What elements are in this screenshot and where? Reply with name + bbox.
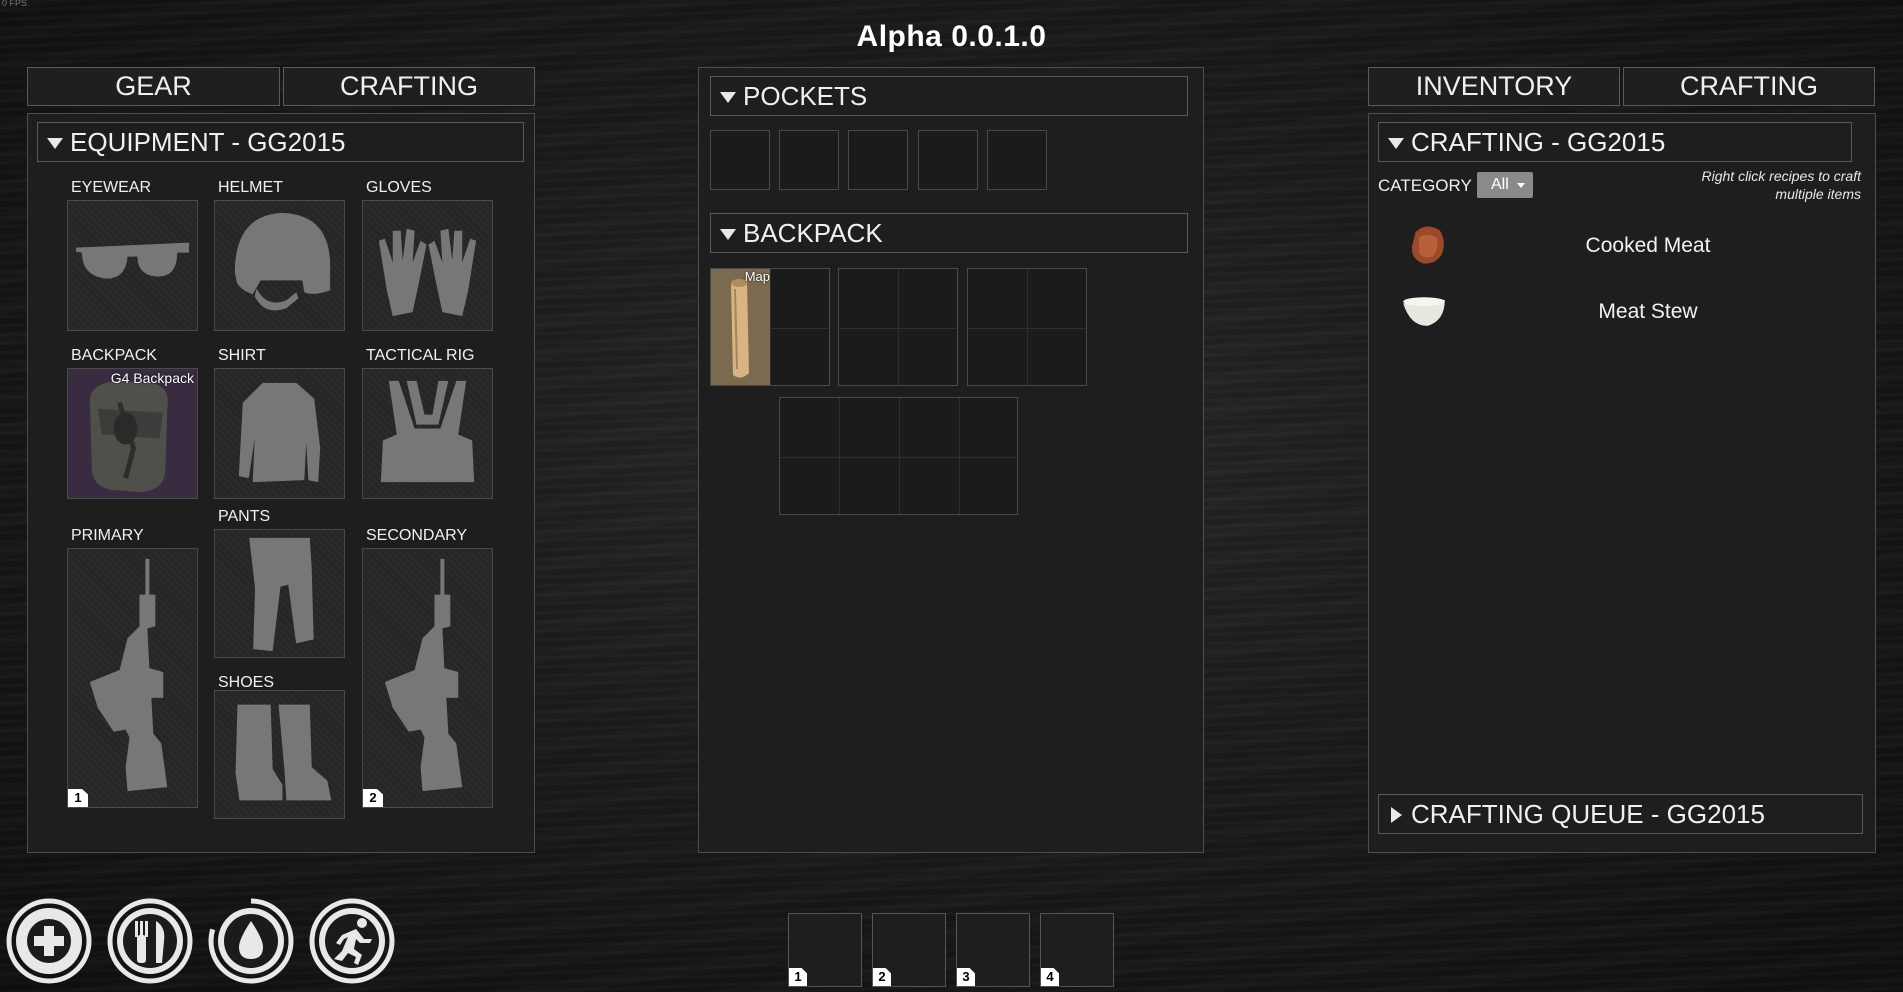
expand-triangle-icon xyxy=(1391,807,1402,823)
shirt-icon xyxy=(238,382,321,483)
equipment-header-label: EQUIPMENT - GG2015 xyxy=(70,127,346,157)
tab-crafting-right[interactable]: CRAFTING xyxy=(1623,67,1875,106)
recipe-name: Meat Stew xyxy=(1598,300,1698,323)
helmet-label: HELMET xyxy=(218,179,283,196)
hotbar-number: 3 xyxy=(957,968,975,986)
collapse-triangle-icon xyxy=(720,229,736,240)
backpack-slot-label: BACKPACK xyxy=(71,347,157,364)
tactical-rig-icon xyxy=(380,380,475,483)
crafting-hint-line: multiple items xyxy=(1775,186,1861,202)
eyewear-label: EYEWEAR xyxy=(71,179,152,196)
chevron-down-icon xyxy=(1517,183,1525,188)
hotbar-slot[interactable]: 3 xyxy=(956,913,1030,987)
pocket-slot[interactable] xyxy=(848,130,908,190)
pants-icon xyxy=(249,537,314,652)
cooked-meat-icon xyxy=(1411,226,1444,264)
category-label: CATEGORY : xyxy=(1378,176,1481,195)
health-icon xyxy=(5,897,93,985)
recipe-item[interactable]: Cooked Meat xyxy=(1368,216,1888,276)
backpack-grid-cell[interactable] xyxy=(838,268,958,386)
tactical-rig-label: TACTICAL RIG xyxy=(366,347,475,364)
pants-slot[interactable] xyxy=(214,529,345,658)
shirt-slot[interactable] xyxy=(214,368,345,499)
crafting-header-label: CRAFTING - GG2015 xyxy=(1411,127,1666,157)
helmet-icon xyxy=(234,212,331,311)
backpack-item-icon xyxy=(68,369,197,498)
boots-icon xyxy=(235,704,332,801)
eyewear-slot[interactable] xyxy=(67,200,198,331)
shoes-slot[interactable] xyxy=(214,690,345,819)
shirt-label: SHIRT xyxy=(218,347,266,364)
pants-label: PANTS xyxy=(218,508,271,525)
gloves-icon xyxy=(378,228,477,317)
sunglasses-icon xyxy=(75,242,190,279)
tab-gear[interactable]: GEAR xyxy=(27,67,280,106)
hotbar-number: 2 xyxy=(873,968,891,986)
crafting-header[interactable]: CRAFTING - GG2015 xyxy=(1378,122,1852,162)
backpack-grid-cell[interactable] xyxy=(779,397,1018,515)
crafting-hint-line: Right click recipes to craft xyxy=(1701,168,1862,184)
hotbar-slot[interactable]: 2 xyxy=(872,913,946,987)
pockets-header[interactable]: POCKETS xyxy=(710,76,1188,116)
pocket-slot[interactable] xyxy=(710,130,770,190)
hotbar-number: 4 xyxy=(1041,968,1059,986)
backpack-header[interactable]: BACKPACK xyxy=(710,213,1188,253)
primary-weapon-slot[interactable]: 1 xyxy=(67,548,198,808)
recipe-item[interactable]: Meat Stew xyxy=(1368,282,1888,342)
tactical-rig-slot[interactable] xyxy=(362,368,493,499)
map-scroll-icon xyxy=(711,269,770,385)
secondary-weapon-slot[interactable]: 2 xyxy=(362,548,493,808)
fps-counter: 0 FPS xyxy=(2,0,28,8)
secondary-slot-number: 2 xyxy=(363,789,383,807)
helmet-slot[interactable] xyxy=(214,200,345,331)
pocket-slot[interactable] xyxy=(987,130,1047,190)
water-icon xyxy=(207,897,295,985)
map-item-name: Map xyxy=(744,269,770,284)
collapse-triangle-icon xyxy=(720,92,736,103)
crafting-hint: Right click recipes to craft multiple it… xyxy=(1702,167,1862,203)
tab-crafting-left[interactable]: CRAFTING xyxy=(283,67,535,106)
pocket-slot[interactable] xyxy=(918,130,978,190)
gloves-slot[interactable] xyxy=(362,200,493,331)
collapse-triangle-icon xyxy=(47,138,63,149)
pocket-slot[interactable] xyxy=(779,130,839,190)
recipe-name: Cooked Meat xyxy=(1585,234,1711,257)
category-dropdown[interactable]: All xyxy=(1477,172,1533,198)
category-value: All xyxy=(1491,176,1509,193)
rifle-icon xyxy=(89,558,168,792)
gloves-label: GLOVES xyxy=(366,179,432,196)
backpack-header-label: BACKPACK xyxy=(743,218,883,248)
rifle-icon xyxy=(384,558,463,792)
hotbar-slot[interactable]: 1 xyxy=(788,913,862,987)
version-title: Alpha 0.0.1.0 xyxy=(856,20,1047,53)
backpack-slot[interactable]: G4 Backpack xyxy=(67,368,198,499)
meat-stew-bowl-icon xyxy=(1403,297,1445,326)
crafting-queue-header[interactable]: CRAFTING QUEUE - GG2015 xyxy=(1378,794,1863,834)
map-item[interactable]: Map xyxy=(711,269,770,385)
primary-slot-number: 1 xyxy=(68,789,88,807)
pockets-header-label: POCKETS xyxy=(743,81,868,111)
secondary-label: SECONDARY xyxy=(366,527,468,544)
collapse-triangle-icon xyxy=(1388,138,1404,149)
food-icon xyxy=(106,897,194,985)
backpack-item-name: G4 Backpack xyxy=(110,370,194,386)
backpack-grid-cell[interactable] xyxy=(967,268,1087,386)
hotbar-slot[interactable]: 4 xyxy=(1040,913,1114,987)
tab-inventory[interactable]: INVENTORY xyxy=(1368,67,1620,106)
hotbar-number: 1 xyxy=(789,968,807,986)
primary-label: PRIMARY xyxy=(71,527,144,544)
crafting-queue-header-label: CRAFTING QUEUE - GG2015 xyxy=(1411,799,1765,829)
stamina-icon xyxy=(308,897,396,985)
backpack-grid-cell[interactable]: Map xyxy=(710,268,830,386)
equipment-header[interactable]: EQUIPMENT - GG2015 xyxy=(37,122,524,162)
